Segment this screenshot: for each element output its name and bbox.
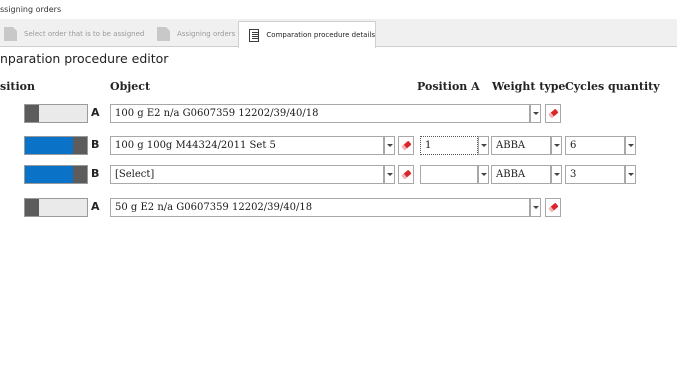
cycles-quantity-select[interactable]: 6 bbox=[565, 136, 625, 155]
tab-strip: Select order that is to be assigned Assi… bbox=[0, 19, 677, 48]
cycles-quantity-select[interactable]: 3 bbox=[565, 165, 625, 184]
chevron-down-icon bbox=[386, 173, 393, 176]
position-letter: B bbox=[91, 167, 100, 180]
page-title: nparation procedure editor bbox=[0, 51, 169, 66]
cycles-quantity-dropdown-button[interactable] bbox=[625, 165, 636, 184]
column-header-position-a: Position A bbox=[417, 80, 480, 93]
table-row: B [Select] ABBA 3 bbox=[0, 163, 677, 187]
document-icon bbox=[157, 27, 170, 41]
toggle-fill bbox=[25, 137, 75, 154]
tab-label: Comparation procedure details bbox=[266, 31, 375, 39]
eraser-icon bbox=[547, 108, 559, 119]
tab-select-order[interactable]: Select order that is to be assigned bbox=[4, 21, 144, 47]
weight-type-dropdown-button[interactable] bbox=[551, 136, 562, 155]
column-header-object: Object bbox=[110, 80, 151, 93]
eraser-icon bbox=[400, 140, 412, 151]
object-select[interactable]: 50 g E2 n/a G0607359 12202/39/40/18 bbox=[110, 198, 530, 217]
clear-object-button[interactable] bbox=[398, 165, 414, 184]
chevron-down-icon bbox=[480, 144, 487, 147]
position-letter: A bbox=[91, 106, 100, 119]
table-row: A 100 g E2 n/a G0607359 12202/39/40/18 bbox=[0, 102, 677, 126]
position-a-dropdown-button[interactable] bbox=[478, 136, 489, 155]
object-dropdown-button[interactable] bbox=[530, 198, 541, 217]
table-row: A 50 g E2 n/a G0607359 12202/39/40/18 bbox=[0, 196, 677, 220]
chevron-down-icon bbox=[553, 173, 560, 176]
clear-object-button[interactable] bbox=[545, 104, 561, 123]
chevron-down-icon bbox=[627, 144, 634, 147]
document-icon bbox=[4, 27, 17, 41]
object-select[interactable]: [Select] bbox=[110, 165, 384, 184]
tab-comparation-procedure-details[interactable]: Comparation procedure details bbox=[238, 21, 376, 48]
clear-object-button[interactable] bbox=[545, 198, 561, 217]
toggle-knob bbox=[25, 199, 39, 216]
toggle-knob bbox=[25, 105, 39, 122]
toggle-knob bbox=[73, 166, 87, 183]
column-header-cycles-quantity: Cycles quantity bbox=[565, 80, 660, 93]
toggle-fill bbox=[25, 166, 75, 183]
position-toggle[interactable] bbox=[24, 136, 88, 155]
object-dropdown-button[interactable] bbox=[384, 165, 395, 184]
object-select[interactable]: 100 g 100g M44324/2011 Set 5 bbox=[110, 136, 384, 155]
eraser-icon bbox=[400, 169, 412, 180]
position-a-select[interactable] bbox=[420, 165, 478, 184]
weight-type-dropdown-button[interactable] bbox=[551, 165, 562, 184]
position-letter: A bbox=[91, 200, 100, 213]
weight-type-select[interactable]: ABBA bbox=[491, 165, 551, 184]
tab-label: Select order that is to be assigned bbox=[24, 30, 145, 38]
position-toggle[interactable] bbox=[24, 198, 88, 217]
clear-object-button[interactable] bbox=[398, 136, 414, 155]
column-header-weight-type: Weight type bbox=[492, 80, 566, 93]
chevron-down-icon bbox=[553, 144, 560, 147]
position-letter: B bbox=[91, 138, 100, 151]
object-select[interactable]: 100 g E2 n/a G0607359 12202/39/40/18 bbox=[110, 104, 530, 123]
form-icon bbox=[249, 28, 260, 42]
position-a-select[interactable]: 1 bbox=[420, 136, 478, 155]
table-row: B 100 g 100g M44324/2011 Set 5 1 ABBA 6 bbox=[0, 134, 677, 158]
tab-assigning-orders[interactable]: Assigning orders bbox=[157, 21, 235, 47]
cycles-quantity-dropdown-button[interactable] bbox=[625, 136, 636, 155]
position-toggle[interactable] bbox=[24, 104, 88, 123]
window-title: ssigning orders bbox=[0, 5, 62, 14]
object-dropdown-button[interactable] bbox=[530, 104, 541, 123]
chevron-down-icon bbox=[627, 173, 634, 176]
column-header-position: sition bbox=[0, 80, 35, 93]
chevron-down-icon bbox=[386, 144, 393, 147]
tab-label: Assigning orders bbox=[177, 30, 236, 38]
weight-type-select[interactable]: ABBA bbox=[491, 136, 551, 155]
window-title-bar: ssigning orders bbox=[0, 0, 677, 19]
object-dropdown-button[interactable] bbox=[384, 136, 395, 155]
eraser-icon bbox=[547, 202, 559, 213]
chevron-down-icon bbox=[480, 173, 487, 176]
chevron-down-icon bbox=[532, 206, 539, 209]
toggle-knob bbox=[73, 137, 87, 154]
position-toggle[interactable] bbox=[24, 165, 88, 184]
chevron-down-icon bbox=[532, 112, 539, 115]
position-a-dropdown-button[interactable] bbox=[478, 165, 489, 184]
